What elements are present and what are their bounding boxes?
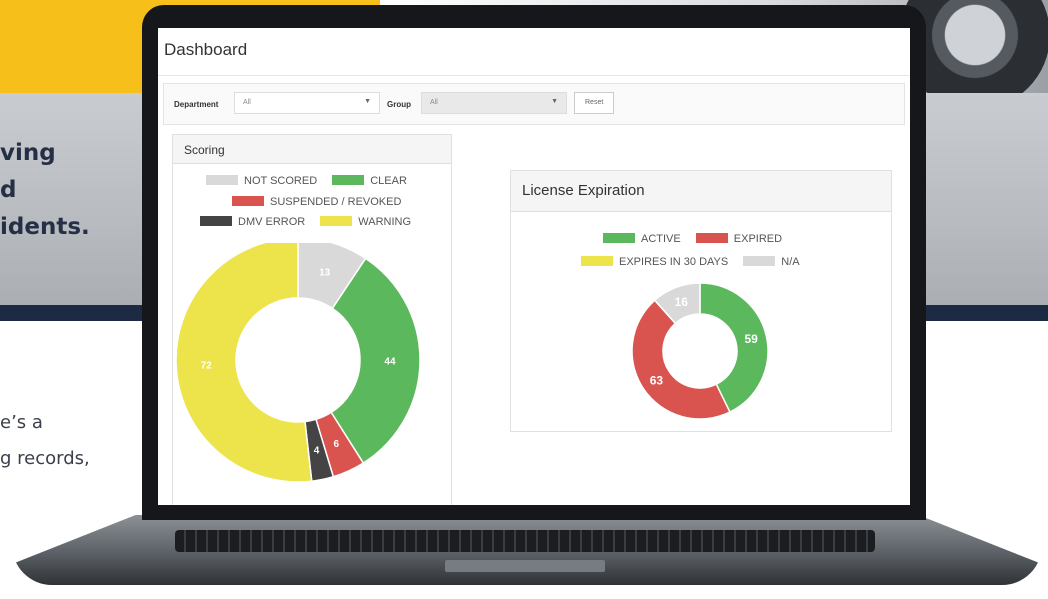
legend-expired[interactable]: EXPIRED xyxy=(695,233,783,245)
scoring-panel: Scoring NOT SCORED CLEAR SUSPENDED / REV… xyxy=(172,134,452,505)
legend-label: DMV ERROR xyxy=(238,216,306,228)
body-copy: e’s a g records, xyxy=(0,405,90,477)
swatch xyxy=(232,196,264,206)
laptop-screen: Dashboard Department All ▼ Group All ▼ R… xyxy=(158,28,910,505)
scoring-title: Scoring xyxy=(184,143,225,157)
department-label: Department xyxy=(174,100,219,109)
swatch xyxy=(743,256,776,266)
slice-value-label: 13 xyxy=(319,267,331,278)
slice-value-label: 59 xyxy=(744,332,758,346)
swatch xyxy=(200,216,232,226)
body-line-2: g records, xyxy=(0,448,90,469)
legend-active[interactable]: ACTIVE xyxy=(603,233,681,245)
license-donut-chart: 59 63 16 xyxy=(631,282,769,419)
hero-line-1: ving xyxy=(0,140,56,166)
scoring-legend-row-1: NOT SCORED CLEAR xyxy=(206,175,419,187)
scoring-panel-header: Scoring xyxy=(173,135,451,164)
body-line-1: e’s a xyxy=(0,412,43,433)
license-legend-row-2: EXPIRES IN 30 DAYS N/A xyxy=(581,256,812,268)
legend-dmv-error[interactable]: DMV ERROR xyxy=(200,216,305,228)
legend-label: EXPIRES IN 30 DAYS xyxy=(619,256,729,268)
donut-slice-warning[interactable] xyxy=(175,243,313,483)
group-label: Group xyxy=(387,100,411,109)
slice-value-label: 44 xyxy=(384,356,396,367)
group-select[interactable]: All ▼ xyxy=(421,92,567,114)
legend-label: N/A xyxy=(781,256,800,268)
scoring-legend-row-2: SUSPENDED / REVOKED xyxy=(232,196,413,208)
hero-line-2: d xyxy=(0,177,17,203)
reset-button[interactable]: Reset xyxy=(574,92,615,114)
page-title: Dashboard xyxy=(164,40,248,59)
swatch xyxy=(603,233,635,243)
legend-not-scored[interactable]: NOT SCORED xyxy=(206,175,317,187)
swatch xyxy=(206,175,238,185)
legend-clear[interactable]: CLEAR xyxy=(332,175,407,187)
license-panel-header: License Expiration xyxy=(511,171,891,212)
filter-bar: Department All ▼ Group All ▼ Reset xyxy=(163,83,905,125)
swatch xyxy=(695,233,728,243)
slice-value-label: 63 xyxy=(650,373,664,387)
department-value: All xyxy=(243,99,251,106)
laptop-keyboard xyxy=(175,530,875,552)
group-value: All xyxy=(430,99,438,106)
swatch xyxy=(581,256,613,266)
license-title: License Expiration xyxy=(522,182,645,199)
slice-value-label: 16 xyxy=(675,295,689,309)
department-select[interactable]: All ▼ xyxy=(234,92,380,114)
legend-suspended[interactable]: SUSPENDED / REVOKED xyxy=(232,196,401,208)
chevron-down-icon: ▼ xyxy=(551,98,558,105)
legend-na[interactable]: N/A xyxy=(743,256,800,268)
legend-label: NOT SCORED xyxy=(244,175,318,187)
title-divider xyxy=(158,75,910,76)
legend-label: CLEAR xyxy=(370,175,407,187)
legend-label: WARNING xyxy=(358,216,412,228)
swatch xyxy=(332,175,365,185)
laptop-trackpad xyxy=(445,560,605,572)
legend-label: ACTIVE xyxy=(641,233,681,245)
license-panel: License Expiration ACTIVE EXPIRED EXPIRE… xyxy=(510,170,892,432)
legend-label: EXPIRED xyxy=(733,233,783,245)
slice-value-label: 6 xyxy=(334,439,340,450)
license-legend-row-1: ACTIVE EXPIRED xyxy=(603,233,794,245)
scoring-legend-row-3: DMV ERROR WARNING xyxy=(200,216,423,228)
swatch xyxy=(320,216,353,226)
scoring-donut-chart: 13 44 6 4 72 xyxy=(175,243,421,483)
slice-value-label: 4 xyxy=(314,445,320,456)
legend-expires-30[interactable]: EXPIRES IN 30 DAYS xyxy=(581,256,728,268)
legend-warning[interactable]: WARNING xyxy=(320,216,411,228)
legend-label: SUSPENDED / REVOKED xyxy=(270,196,402,208)
slice-value-label: 72 xyxy=(201,361,213,372)
hero-line-3: idents. xyxy=(0,214,90,240)
chevron-down-icon: ▼ xyxy=(364,98,371,105)
hero-headline: ving d idents. xyxy=(0,135,150,246)
